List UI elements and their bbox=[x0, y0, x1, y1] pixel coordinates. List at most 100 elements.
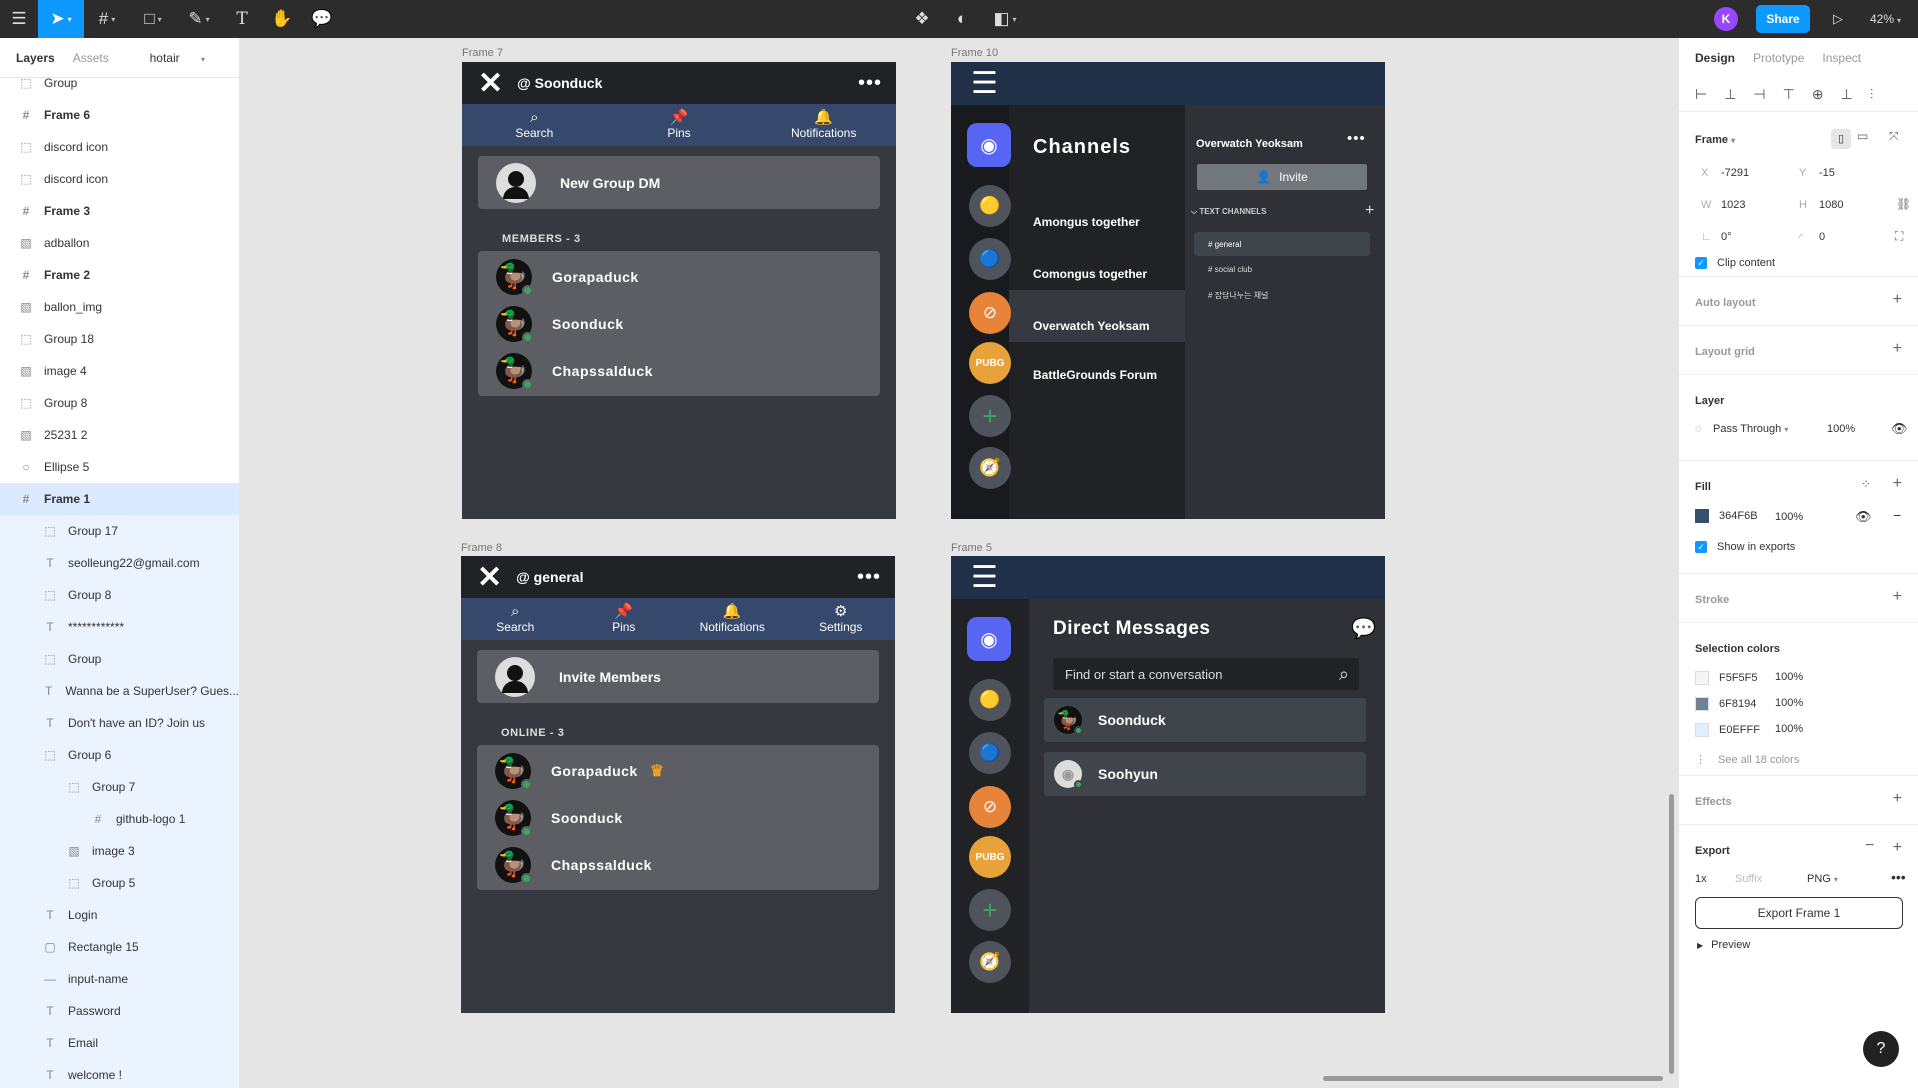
clip-content-checkbox[interactable]: ✓ Clip content bbox=[1695, 257, 1775, 270]
layer-item[interactable]: ⬚ discord icon bbox=[0, 131, 239, 163]
text-channel-item[interactable]: # social club bbox=[1208, 265, 1252, 274]
server-icon[interactable]: PUBG bbox=[969, 342, 1011, 384]
layer-item[interactable]: ⬚ Group 5 bbox=[0, 867, 239, 899]
layer-item[interactable]: ▧ image 4 bbox=[0, 355, 239, 387]
layer-item[interactable]: Twelcome ! bbox=[0, 1059, 239, 1088]
horizontal-scrollbar[interactable] bbox=[1323, 1076, 1663, 1081]
tab-inspect[interactable]: Inspect bbox=[1822, 51, 1861, 65]
dm-search-input[interactable]: Find or start a conversation ⌕ bbox=[1053, 658, 1359, 690]
fill-row[interactable]: 364F6B bbox=[1695, 509, 1758, 523]
resize-icon[interactable]: ⤧ bbox=[1889, 129, 1899, 144]
blend-mode-select[interactable]: Pass Through ▾ bbox=[1713, 423, 1788, 435]
tab-notifications[interactable]: 🔔 Notifications bbox=[751, 110, 896, 141]
add-server-icon[interactable]: + bbox=[969, 889, 1011, 931]
layer-item[interactable]: T ************ bbox=[0, 611, 239, 643]
frame-tool-button[interactable]: # ▾ bbox=[84, 0, 130, 38]
layer-item[interactable]: — input-name bbox=[0, 963, 239, 995]
list-item[interactable]: 🦆 Chapssalduck bbox=[477, 841, 879, 888]
layer-item[interactable]: ▧ ballon_img bbox=[0, 291, 239, 323]
frame-label[interactable]: Frame 10 bbox=[951, 47, 998, 59]
boolean-ops-icon[interactable]: ◧ ▾ bbox=[982, 0, 1028, 38]
layer-item[interactable]: ⬚ Group 8 bbox=[0, 387, 239, 419]
layer-item[interactable]: # github-logo 1 bbox=[0, 803, 239, 835]
text-channels-header[interactable]: ⌵ TEXT CHANNELS bbox=[1191, 207, 1266, 217]
pen-tool-button[interactable]: ✎ ▾ bbox=[176, 0, 222, 38]
radius-input[interactable]: 0 bbox=[1819, 231, 1825, 243]
tab-prototype[interactable]: Prototype bbox=[1753, 51, 1804, 65]
remove-fill-icon[interactable]: − bbox=[1893, 507, 1901, 523]
layer-item[interactable]: ⬚ Group 8 bbox=[0, 579, 239, 611]
new-dm-icon[interactable]: 💬 bbox=[1351, 616, 1376, 641]
more-icon[interactable]: ••• bbox=[1347, 130, 1366, 147]
layer-item[interactable]: ○ Ellipse 5 bbox=[0, 451, 239, 483]
export-format-select[interactable]: PNG ▾ bbox=[1807, 873, 1838, 885]
layer-item[interactable]: T Login bbox=[0, 899, 239, 931]
help-button[interactable]: ? bbox=[1863, 1031, 1899, 1067]
list-item[interactable]: 🦆 Gorapaduck bbox=[478, 253, 880, 300]
list-item[interactable]: 🦆 Gorapaduck ♛ bbox=[477, 747, 879, 794]
layer-item[interactable]: ⬚ Group bbox=[0, 67, 239, 99]
add-effect-icon[interactable]: + bbox=[1893, 790, 1902, 808]
discord-icon[interactable]: ◉ bbox=[967, 617, 1011, 661]
text-tool-button[interactable]: T bbox=[222, 0, 262, 38]
add-stroke-icon[interactable]: + bbox=[1893, 588, 1902, 606]
layer-item[interactable]: ▧ 25231 2 bbox=[0, 419, 239, 451]
main-menu-icon[interactable]: ☰ bbox=[0, 0, 38, 38]
text-channel-item[interactable]: # general bbox=[1194, 232, 1370, 256]
tab-notifications[interactable]: 🔔 Notifications bbox=[678, 604, 787, 635]
server-icon[interactable]: PUBG bbox=[969, 836, 1011, 878]
align-center-icon[interactable]: ⊥ bbox=[1724, 86, 1736, 103]
layer-item[interactable]: ⬚ Group 18 bbox=[0, 323, 239, 355]
align-top-icon[interactable]: ⊤ bbox=[1783, 86, 1795, 103]
tab-pins[interactable]: 📌 Pins bbox=[607, 110, 752, 141]
discord-icon[interactable]: ◉ bbox=[967, 123, 1011, 167]
selection-color-row[interactable]: F5F5F5 100% bbox=[1695, 671, 1895, 685]
frame-5[interactable]: ☰ ◉ 🟡 🔵 ⊘ PUBG + 🧭 Direct Messages 💬 Fin… bbox=[951, 556, 1385, 1013]
color-swatch[interactable] bbox=[1695, 697, 1709, 711]
server-icon[interactable]: 🟡 bbox=[969, 679, 1011, 721]
channel-item[interactable]: Comongus together bbox=[1033, 267, 1147, 281]
tab-layers[interactable]: Layers bbox=[16, 51, 55, 65]
export-scale-select[interactable]: 1x bbox=[1695, 873, 1707, 885]
tab-search[interactable]: ⌕ Search bbox=[462, 110, 607, 141]
layer-item[interactable]: # Frame 2 bbox=[0, 259, 239, 291]
tab-settings[interactable]: ⚙ Settings bbox=[787, 604, 896, 635]
vertical-scrollbar[interactable] bbox=[1669, 794, 1674, 1074]
explore-icon[interactable]: 🧭 bbox=[969, 941, 1011, 983]
server-icon[interactable]: ⊘ bbox=[969, 786, 1011, 828]
list-item[interactable]: ◉ Soohyun bbox=[1044, 752, 1366, 796]
channel-item[interactable]: BattleGrounds Forum bbox=[1033, 368, 1157, 382]
frame-8[interactable]: ✕ @ general ••• ⌕ Search 📌 Pins 🔔 Notificat… bbox=[461, 556, 895, 1013]
hand-tool-button[interactable]: ✋ bbox=[262, 0, 302, 38]
portrait-icon[interactable]: ▯ bbox=[1831, 129, 1851, 149]
rotation-input[interactable]: 0° bbox=[1721, 231, 1732, 243]
layer-item[interactable]: T Password bbox=[0, 995, 239, 1027]
list-item[interactable]: 🦆 Chapssalduck bbox=[478, 347, 880, 394]
tab-pins[interactable]: 📌 Pins bbox=[570, 604, 679, 635]
frame-10[interactable]: ☰ ◉ Channels 🟡 🔵 ⊘ PUBG + 🧭 Amongus toge… bbox=[951, 62, 1385, 519]
frame-label[interactable]: Frame 5 bbox=[951, 542, 992, 554]
list-item[interactable]: 🦆 Soonduck bbox=[1044, 698, 1366, 742]
close-icon[interactable]: ✕ bbox=[477, 560, 502, 595]
add-server-icon[interactable]: + bbox=[969, 395, 1011, 437]
align-middle-icon[interactable]: ⊕ bbox=[1812, 86, 1824, 103]
frame-label[interactable]: Frame 7 bbox=[462, 47, 503, 59]
canvas[interactable]: Frame 7 ✕ @ Soonduck ••• ⌕ Search 📌 Pins 🔔… bbox=[240, 38, 1678, 1088]
tab-assets[interactable]: Assets bbox=[73, 51, 109, 65]
components-icon[interactable]: ❖ bbox=[902, 0, 942, 38]
tab-design[interactable]: Design bbox=[1695, 51, 1735, 65]
width-input[interactable]: 1023 bbox=[1721, 199, 1745, 211]
color-swatch[interactable] bbox=[1695, 671, 1709, 685]
layer-item[interactable]: # Frame 1 bbox=[0, 483, 239, 515]
server-icon[interactable]: 🔵 bbox=[969, 238, 1011, 280]
constrain-proportions-icon[interactable]: ⛓ bbox=[1896, 197, 1911, 211]
invite-members-button[interactable]: Invite Members bbox=[477, 650, 879, 703]
page-selector[interactable]: hotair ▾ bbox=[150, 51, 223, 65]
layer-item[interactable]: T Wanna be a SuperUser? Gues... bbox=[0, 675, 239, 707]
frame-selector[interactable]: Frame ▾ bbox=[1695, 134, 1902, 146]
style-grid-icon[interactable]: ⁘ bbox=[1861, 477, 1871, 491]
more-icon[interactable]: ••• bbox=[857, 566, 881, 589]
eye-icon[interactable]: 👁 bbox=[1855, 509, 1872, 525]
channel-item[interactable]: Amongus together bbox=[1033, 215, 1140, 229]
layer-item[interactable]: ⬚ discord icon bbox=[0, 163, 239, 195]
